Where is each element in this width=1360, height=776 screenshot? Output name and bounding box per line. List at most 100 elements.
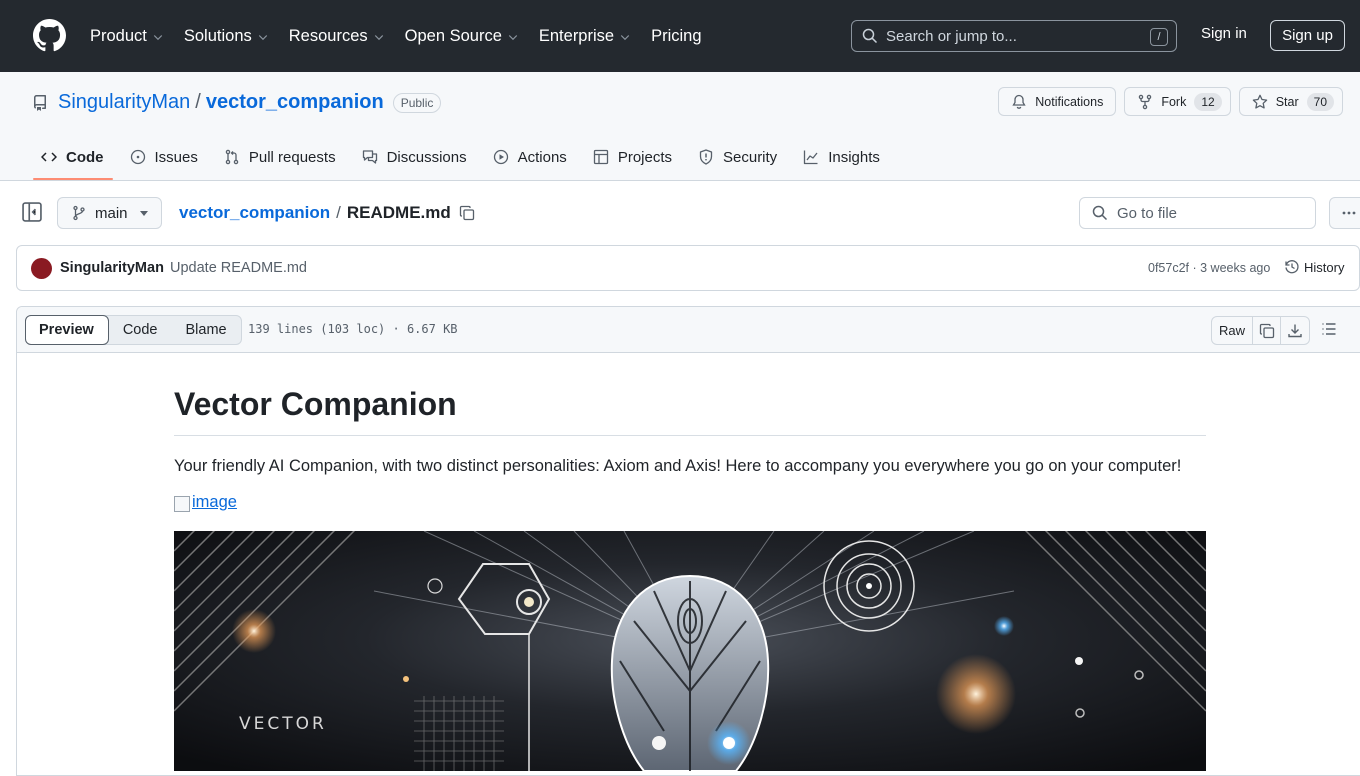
breadcrumb-file: README.md (346, 203, 451, 222)
tab-actions[interactable]: Actions (476, 136, 576, 178)
blame-tab[interactable]: Blame (172, 316, 241, 344)
tab-label: Actions (517, 148, 567, 166)
bell-icon (1012, 94, 1026, 109)
branch-name: main (95, 204, 128, 222)
tab-label: Insights (828, 148, 880, 166)
visibility-badge: Public (392, 92, 442, 113)
repo-header: SingularityMan / vector_companion Public… (0, 72, 1360, 181)
history-button[interactable]: History (1284, 259, 1344, 275)
pull-request-icon (225, 149, 239, 165)
kebab-horizontal-icon (1342, 211, 1356, 215)
copy-icon (1259, 323, 1274, 338)
repo-separator: / (195, 91, 201, 113)
breadcrumb: vector_companion / README.md (179, 203, 475, 223)
tab-discussions[interactable]: Discussions (345, 136, 476, 178)
star-count: 70 (1306, 92, 1334, 111)
global-header: Product Solutions Resources Open Source … (0, 0, 1360, 72)
code-tab[interactable]: Code (109, 316, 172, 344)
sidebar-toggle-icon[interactable] (21, 201, 43, 223)
chevron-down-icon (153, 35, 163, 41)
nav-label: Resources (288, 26, 368, 45)
tab-pull-requests[interactable]: Pull requests (207, 136, 345, 178)
breadcrumb-repo-link[interactable]: vector_companion (179, 203, 330, 223)
file-navigation-bar: main vector_companion / README.md Go to … (0, 181, 1360, 243)
raw-button[interactable]: Raw (1212, 317, 1253, 344)
hero-text: VECTOR (239, 714, 327, 734)
tab-label: Projects (617, 148, 672, 166)
go-to-file-input[interactable]: Go to file (1079, 197, 1316, 229)
fork-button[interactable]: Fork 12 (1124, 87, 1231, 116)
nav-product[interactable]: Product (80, 16, 174, 56)
nav-open-source[interactable]: Open Source (395, 16, 529, 56)
go-to-file-placeholder: Go to file (1117, 204, 1178, 222)
tab-label: Code (66, 148, 104, 166)
tab-projects[interactable]: Projects (576, 136, 681, 178)
tab-security[interactable]: Security (681, 136, 786, 178)
global-nav: Product Solutions Resources Open Source … (80, 0, 712, 72)
download-button[interactable] (1281, 317, 1309, 344)
download-icon (1288, 324, 1302, 337)
copy-raw-button[interactable] (1253, 317, 1281, 344)
readme-title: Vector Companion (174, 386, 1206, 436)
copy-icon[interactable] (459, 205, 475, 221)
view-mode-switch: Preview Code Blame (25, 315, 242, 345)
star-button[interactable]: Star 70 (1238, 87, 1343, 116)
more-options-button[interactable] (1329, 197, 1360, 229)
nav-solutions[interactable]: Solutions (174, 16, 279, 56)
commit-hash-time[interactable]: 0f57c2f · 3 weeks ago (1148, 261, 1270, 275)
tab-code[interactable]: Code (24, 136, 113, 180)
search-icon (1092, 205, 1108, 221)
nav-label: Enterprise (538, 26, 615, 45)
search-icon (862, 28, 878, 44)
nav-label: Pricing (651, 26, 702, 45)
chevron-down-icon (508, 35, 518, 41)
tab-insights[interactable]: Insights (786, 136, 889, 178)
notifications-label: Notifications (1035, 94, 1104, 109)
preview-tab[interactable]: Preview (25, 315, 109, 345)
code-icon (41, 152, 57, 162)
hero-image[interactable]: VECTOR (174, 531, 1206, 771)
fork-count: 12 (1194, 92, 1222, 111)
list-icon (1322, 323, 1336, 335)
broken-image-link[interactable]: image (174, 493, 237, 512)
image-alt-text: image (192, 493, 237, 511)
sign-in-link[interactable]: Sign in (1193, 23, 1255, 44)
repo-name-link[interactable]: vector_companion (206, 91, 384, 114)
tab-label: Security (723, 148, 778, 166)
history-icon (1285, 260, 1299, 274)
tab-label: Discussions (386, 148, 467, 166)
commit-author-link[interactable]: SingularityMan (60, 260, 164, 276)
discussions-icon (362, 150, 377, 164)
fork-icon (1139, 94, 1152, 109)
nav-label: Open Source (404, 26, 502, 45)
outline-button[interactable] (1321, 321, 1337, 337)
commit-message-link[interactable]: Update README.md (170, 260, 307, 276)
notifications-button[interactable]: Notifications (998, 87, 1117, 116)
chevron-down-icon (258, 35, 267, 41)
nav-enterprise[interactable]: Enterprise (529, 16, 641, 56)
tab-issues[interactable]: Issues (113, 136, 207, 178)
nav-label: Product (90, 26, 147, 45)
nav-resources[interactable]: Resources (279, 16, 395, 56)
shield-icon (699, 149, 713, 165)
tab-label: Issues (154, 148, 198, 166)
tab-label: Pull requests (248, 148, 336, 166)
readme-description: Your friendly AI Companion, with two dis… (174, 457, 1182, 475)
file-view: Preview Code Blame 139 lines (103 loc) ·… (16, 306, 1360, 776)
history-label: History (1304, 259, 1345, 275)
repo-actions: Notifications Fork 12 Star 70 (998, 87, 1343, 116)
broken-image-icon (174, 496, 190, 512)
table-icon (593, 149, 608, 165)
repo-owner-link[interactable]: SingularityMan (58, 91, 190, 114)
caret-down-icon (140, 211, 148, 216)
nav-pricing[interactable]: Pricing (641, 16, 711, 56)
file-toolbar: Preview Code Blame 139 lines (103 loc) ·… (17, 307, 1360, 353)
github-logo-icon[interactable] (33, 19, 66, 52)
readme-content: Vector Companion Your friendly AI Compan… (174, 353, 1206, 771)
sign-up-button[interactable]: Sign up (1270, 20, 1345, 51)
global-search-input[interactable]: Search or jump to... / (851, 20, 1177, 52)
avatar[interactable] (31, 258, 52, 279)
branch-selector[interactable]: main (57, 197, 162, 229)
search-shortcut-key: / (1150, 28, 1168, 46)
latest-commit-box: SingularityMan Update README.md 0f57c2f … (16, 245, 1360, 291)
